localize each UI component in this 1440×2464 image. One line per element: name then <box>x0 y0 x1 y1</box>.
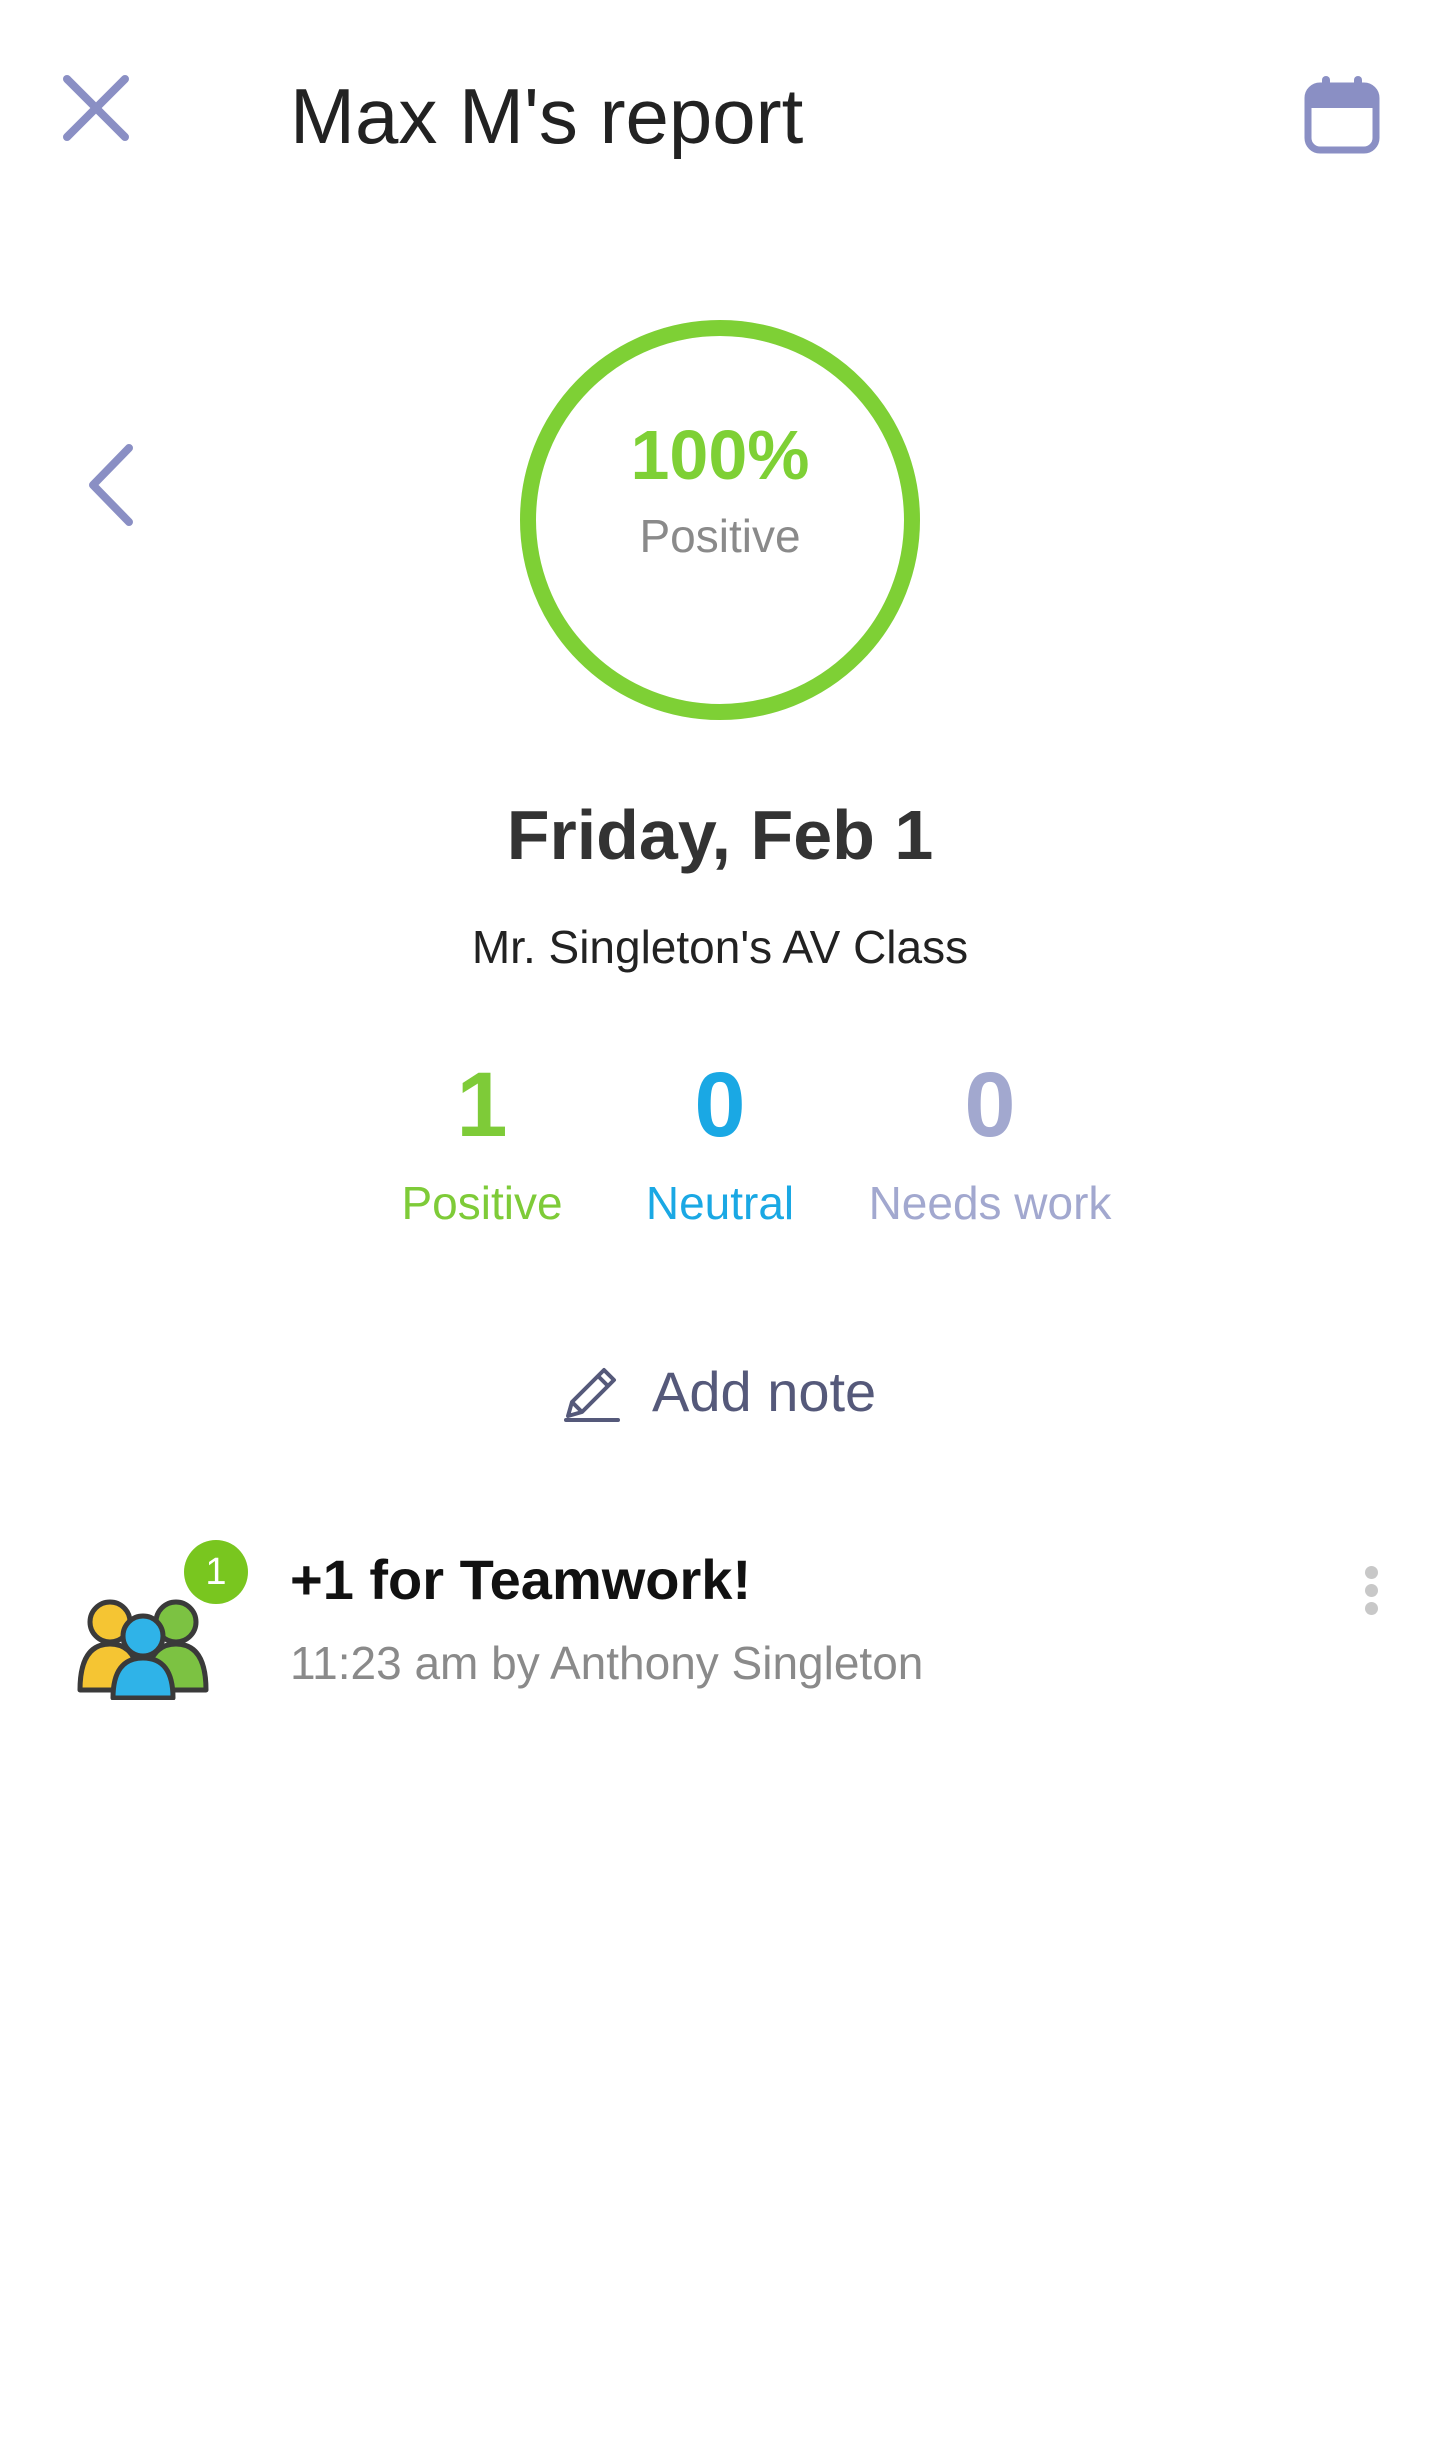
calendar-icon <box>1304 76 1380 154</box>
teamwork-icon <box>73 1595 213 1700</box>
chevron-left-icon <box>89 444 133 526</box>
stat-needs-work-label: Needs work <box>868 1177 1112 1229</box>
feed-item-title: +1 for Teamwork! <box>290 1548 752 1611</box>
stat-needs-work: 0 Needs work <box>845 1050 1135 1238</box>
page-title: Max M's report <box>290 72 804 160</box>
calendar-button[interactable] <box>1296 64 1388 164</box>
stat-positive: 1 Positive <box>352 1050 612 1238</box>
stat-positive-value: 1 <box>456 1054 508 1156</box>
stat-neutral-label: Neutral <box>645 1177 795 1229</box>
pencil-icon <box>564 1368 620 1422</box>
stat-needs-work-value: 0 <box>964 1054 1016 1156</box>
previous-day-button[interactable] <box>66 430 156 540</box>
stat-neutral: 0 Neutral <box>590 1050 850 1238</box>
class-name: Mr. Singleton's AV Class <box>471 921 969 973</box>
close-button[interactable] <box>50 62 142 154</box>
add-note-label: Add note <box>652 1360 877 1423</box>
feed-item-points-badge: 1 <box>184 1540 248 1604</box>
more-vertical-icon <box>1364 1561 1378 1620</box>
stat-neutral-value: 0 <box>694 1054 746 1156</box>
positive-percent-label: Positive <box>639 510 801 562</box>
add-note-button[interactable]: Add note <box>560 1350 876 1434</box>
report-date: Friday, Feb 1 <box>506 796 934 874</box>
feed-item-menu-button[interactable] <box>1346 1530 1396 1650</box>
stat-positive-label: Positive <box>401 1177 563 1229</box>
close-icon <box>63 75 129 141</box>
positive-percent: 100% <box>630 416 810 494</box>
feed-item-meta: 11:23 am by Anthony Singleton <box>290 1637 924 1689</box>
